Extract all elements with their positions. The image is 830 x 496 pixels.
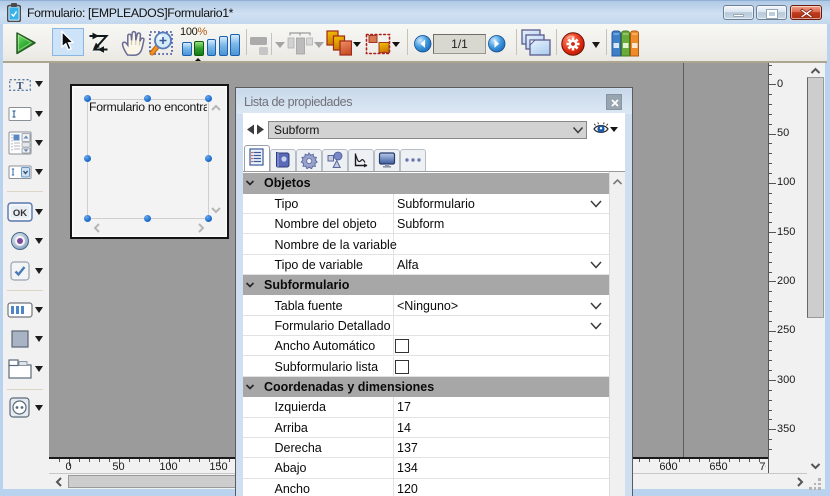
svg-text:OK: OK [12,208,26,219]
svg-text:T: T [16,81,23,91]
